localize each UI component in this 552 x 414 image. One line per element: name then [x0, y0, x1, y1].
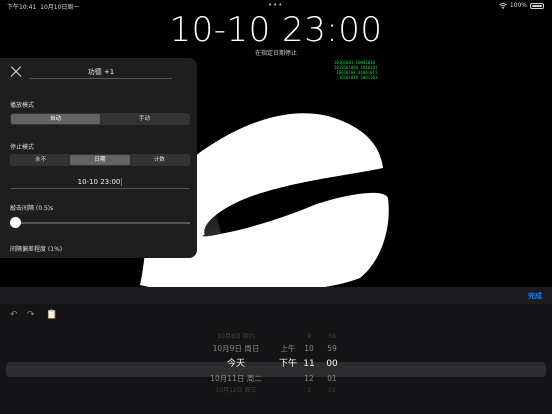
clipboard-icon[interactable]: 📋: [46, 310, 57, 320]
play-mode-auto[interactable]: 自动: [11, 114, 100, 124]
stop-date-field[interactable]: 10-10 23:00: [10, 176, 190, 189]
picker-minute-option: 59: [327, 344, 337, 353]
picker-minute-column[interactable]: 58 59 00 01 02: [320, 331, 344, 397]
title-input[interactable]: 功德 +1: [30, 66, 172, 79]
picker-date-option: 10月9日 周日: [212, 344, 260, 353]
stop-mode-never[interactable]: 永不: [11, 155, 70, 165]
interval-deviation-label: 间隔偏差程度 (1%): [10, 246, 63, 253]
text-cursor: [121, 178, 123, 186]
tap-interval-label: 敲击间隔 (0.5)s: [10, 205, 54, 212]
picker-hour-option: 12: [304, 374, 314, 383]
done-button[interactable]: 完成: [528, 291, 542, 301]
picker-ampm-option: [274, 373, 302, 385]
keyboard-toolbar: [0, 287, 552, 304]
stop-date-value: 10-10 23:00: [77, 178, 121, 186]
stop-mode-segmented: 永不 日期 计数: [10, 154, 190, 166]
tap-interval-slider-track[interactable]: [15, 222, 190, 224]
play-mode-segmented: 自动 手动: [10, 113, 190, 125]
picker-hour-option: 1: [307, 387, 311, 394]
picker-ampm-column[interactable]: 上午 下午: [274, 331, 302, 397]
picker-minute-option: 58: [328, 333, 336, 340]
picker-date-option: 10月11日 周二: [210, 374, 262, 383]
picker-ampm-option: [274, 331, 302, 343]
picker-date-option: 10月8日 周六: [217, 333, 255, 340]
picker-date-column[interactable]: 10月8日 周六 10月9日 周日 今天 10月11日 周二 10月12日 周三: [200, 331, 272, 397]
picker-date-selected: 今天: [226, 359, 245, 369]
undo-icon[interactable]: ↶: [10, 310, 18, 320]
picker-ampm-option: [274, 385, 302, 397]
stop-mode-count[interactable]: 计数: [130, 155, 189, 165]
redo-icon[interactable]: ↷: [27, 310, 35, 320]
close-icon[interactable]: [10, 66, 22, 78]
stop-mode-label: 停止模式: [10, 144, 35, 151]
play-mode-label: 播放模式: [10, 102, 35, 109]
picker-hour-selected: 11: [303, 359, 315, 369]
picker-ampm-option: 上午: [280, 344, 296, 353]
picker-minute-selected: 00: [326, 359, 338, 369]
settings-panel: 功德 +1 播放模式 自动 手动 停止模式 永不 日期 计数 10-10 23:…: [0, 58, 197, 258]
picker-minute-option: 02: [328, 387, 336, 394]
picker-hour-option: 9: [307, 333, 311, 340]
picker-minute-option: 01: [327, 374, 337, 383]
picker-ampm-selected: 下午: [278, 359, 297, 369]
stop-mode-date[interactable]: 日期: [70, 155, 130, 165]
picker-hour-column[interactable]: 9 10 11 12 1: [300, 331, 318, 397]
play-mode-manual[interactable]: 手动: [100, 114, 189, 124]
picker-date-option: 10月12日 周三: [215, 387, 257, 394]
picker-hour-option: 10: [304, 344, 314, 353]
tap-interval-slider-knob[interactable]: [10, 217, 21, 228]
